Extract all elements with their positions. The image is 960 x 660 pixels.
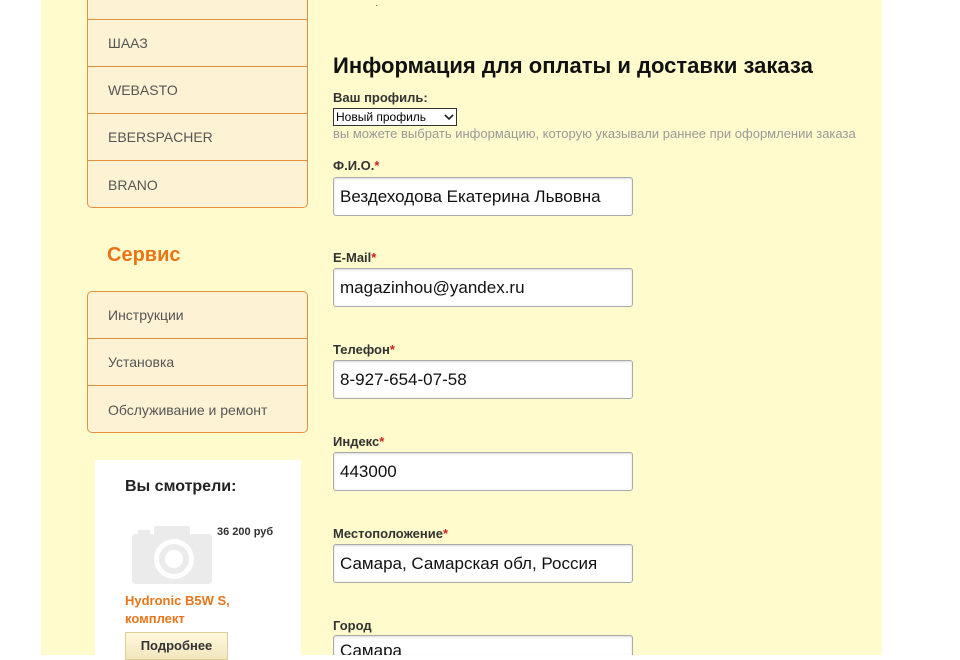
menu-item-maintenance[interactable]: Обслуживание и ремонт xyxy=(88,386,307,433)
viewed-title: Вы смотрели: xyxy=(125,478,237,495)
service-menu: Инструкции Установка Обслуживание и ремо… xyxy=(87,291,308,433)
menu-item-cut-off[interactable] xyxy=(88,0,307,20)
fio-label: Ф.И.О.* xyxy=(333,158,380,173)
location-label: Местоположение* xyxy=(333,526,448,541)
required-mark: * xyxy=(379,434,385,449)
city-label: Город xyxy=(333,618,372,633)
menu-item-brano[interactable]: BRANO xyxy=(88,161,307,208)
zip-label: Индекс* xyxy=(333,434,385,449)
more-details-button[interactable]: Подробнее xyxy=(125,632,228,660)
required-mark: * xyxy=(389,342,395,357)
top-fragment: · xyxy=(375,0,379,11)
fio-input[interactable] xyxy=(333,177,633,216)
form-heading: Информация для оплаты и доставки заказа xyxy=(333,53,813,78)
email-label: E-Mail* xyxy=(333,250,377,265)
city-input[interactable] xyxy=(333,635,633,655)
profile-select-value: Новый профиль xyxy=(336,110,427,124)
product-price: 36 200 руб xyxy=(217,526,274,538)
menu-item-instructions[interactable]: Инструкции xyxy=(88,292,307,339)
camera-icon[interactable] xyxy=(130,522,214,586)
profile-hint: вы можете выбрать информацию, которую ук… xyxy=(333,126,856,141)
required-mark: * xyxy=(374,158,380,173)
brands-menu: ШААЗ WEBASTO EBERSPACHER BRANO xyxy=(87,0,308,208)
product-name-link[interactable]: Hydronic B5W S, комплект xyxy=(125,592,265,628)
service-section-title: Сервис xyxy=(107,244,181,266)
phone-label: Телефон* xyxy=(333,342,395,357)
menu-item-webasto[interactable]: WEBASTO xyxy=(88,67,307,114)
location-input[interactable] xyxy=(333,544,633,583)
menu-item-eberspacher[interactable]: EBERSPACHER xyxy=(88,114,307,161)
menu-item-shaaz[interactable]: ШААЗ xyxy=(88,20,307,67)
required-mark: * xyxy=(442,526,448,541)
email-input[interactable] xyxy=(333,268,633,307)
menu-item-installation[interactable]: Установка xyxy=(88,339,307,386)
zip-input[interactable] xyxy=(333,452,633,491)
phone-input[interactable] xyxy=(333,360,633,399)
chevron-down-icon xyxy=(444,114,454,121)
required-mark: * xyxy=(371,250,377,265)
profile-select[interactable]: Новый профиль xyxy=(333,108,457,126)
profile-label: Ваш профиль: xyxy=(333,90,428,105)
